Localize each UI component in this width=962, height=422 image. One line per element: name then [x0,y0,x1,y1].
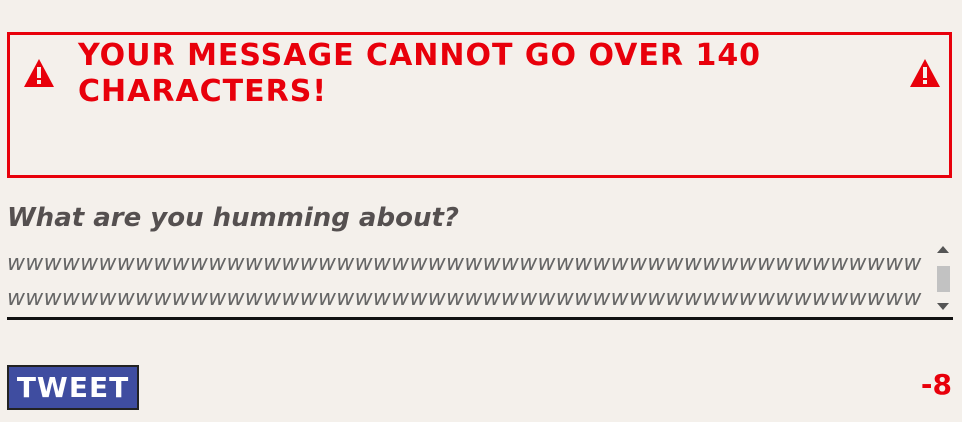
message-textarea[interactable]: wwwwwwwwwwwwwwwwwwwwwwwwwwwwwwwwwwwwwwww… [7,240,953,320]
scroll-thumb[interactable] [937,266,950,292]
warning-triangle-icon [24,59,54,87]
scroll-down-arrow-icon[interactable] [937,303,949,310]
scroll-up-arrow-icon[interactable] [937,246,949,253]
error-message: YOUR MESSAGE CANNOT GO OVER 140 CHARACTE… [78,38,762,109]
tweet-button[interactable]: TWEET [7,365,139,410]
message-text[interactable]: wwwwwwwwwwwwwwwwwwwwwwwwwwwwwwwwwwwwwwww… [7,246,922,316]
textarea-scrollbar[interactable] [933,242,953,314]
warning-triangle-icon [910,59,940,87]
character-counter: -8 [920,368,952,401]
compose-label: What are you humming about? [7,203,459,233]
